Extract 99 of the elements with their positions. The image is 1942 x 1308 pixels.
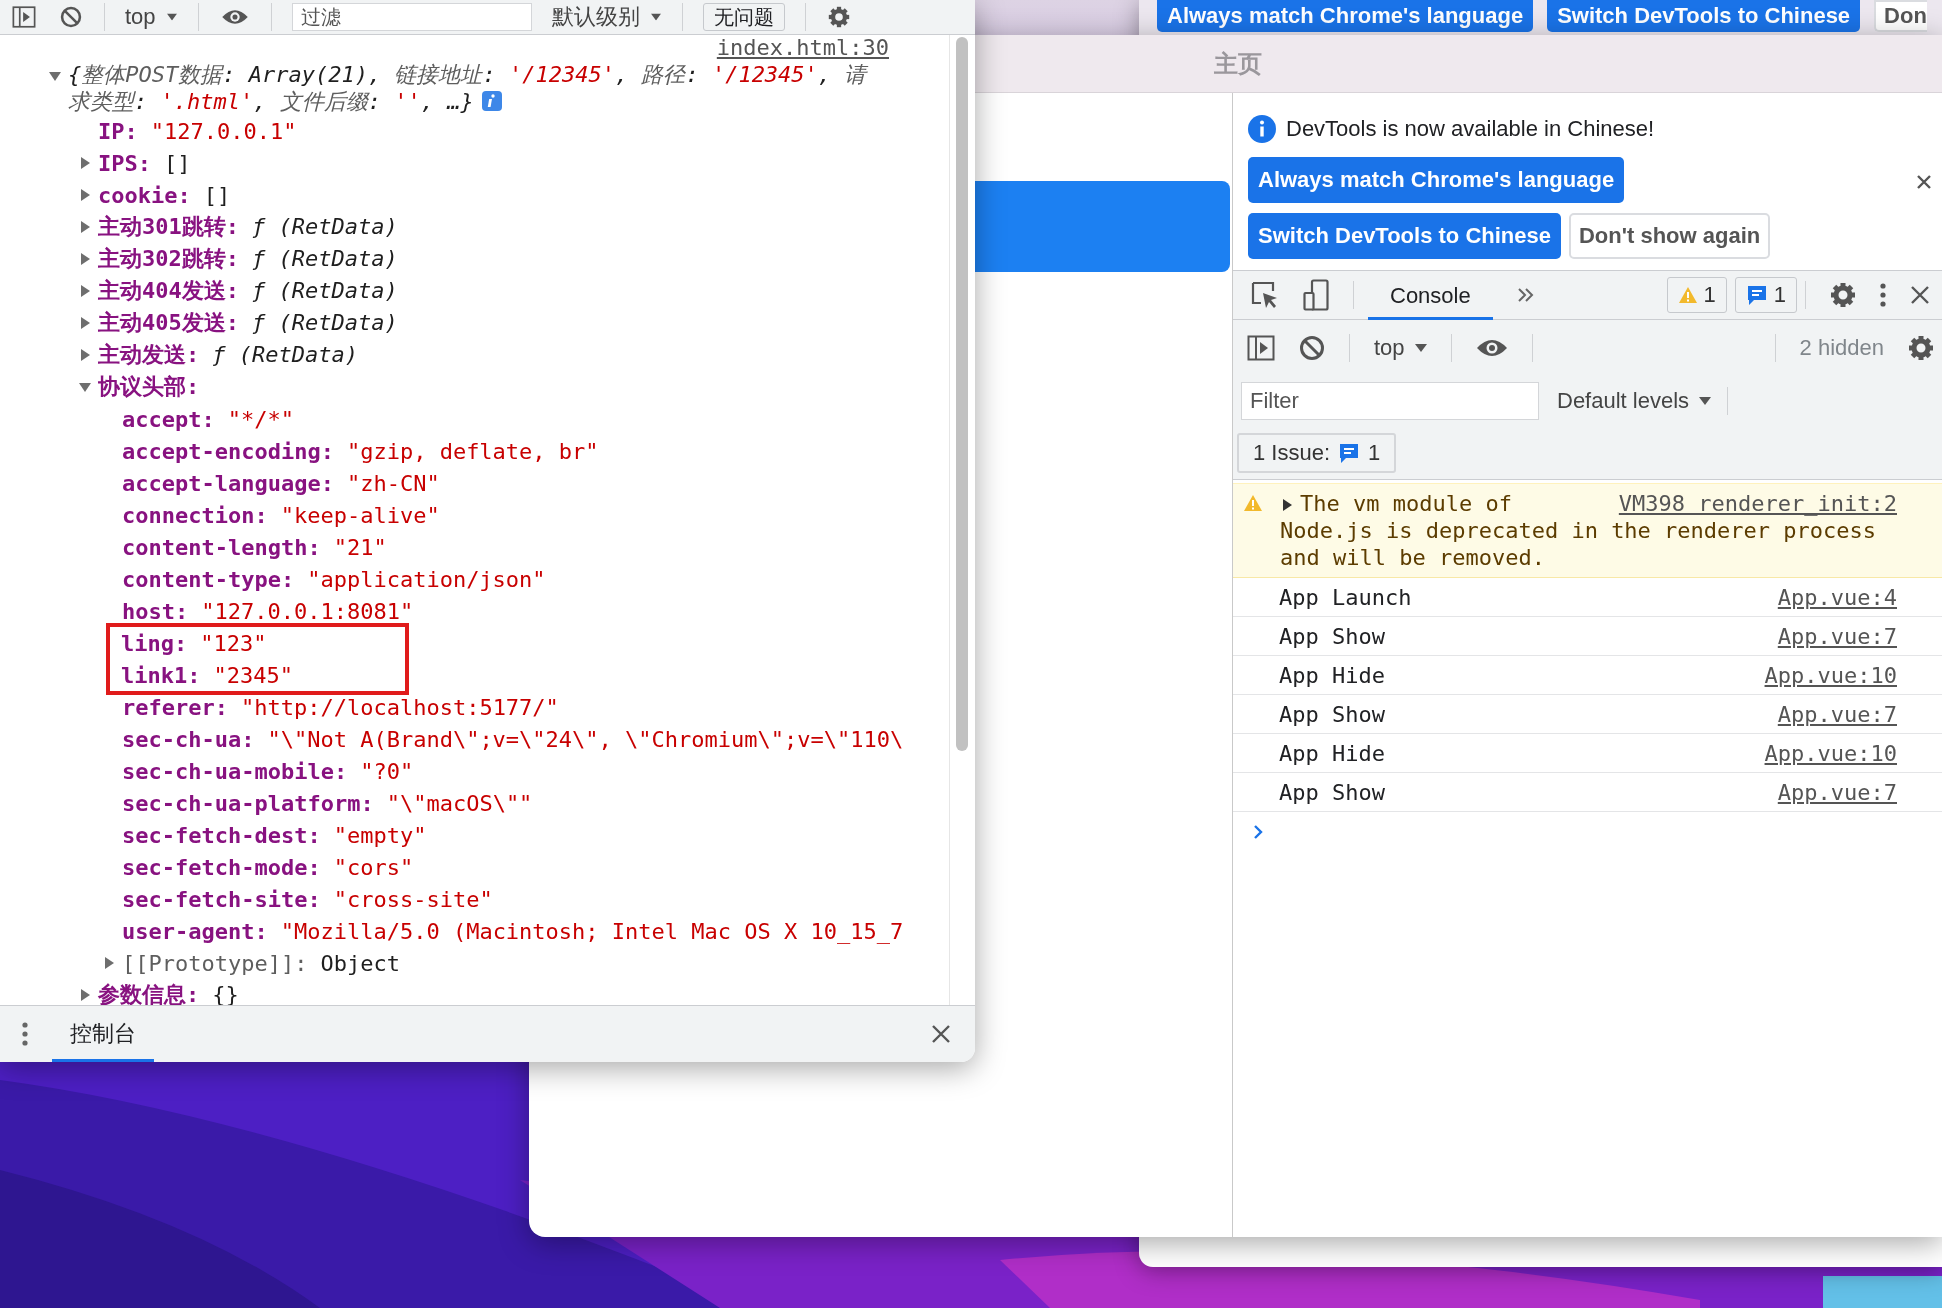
close-icon[interactable] — [1916, 173, 1932, 190]
dropdown-label: top — [125, 4, 156, 30]
levels-dropdown[interactable]: 默认级别 — [551, 2, 662, 32]
count-text: 1 — [1703, 282, 1716, 308]
hidden-count: 2 hidden — [1799, 334, 1884, 361]
prompt-chevron-icon[interactable] — [1253, 824, 1263, 840]
issues-label: 1 Issue: — [1253, 440, 1331, 466]
log-property: host: "127.0.0.1:8081" — [122, 598, 414, 624]
log-text: App Show — [1279, 623, 1386, 649]
log-property: sec-ch-ua: "\"Not A(Brand\";v=\"24\", \"Chromium\";v=\"110\ — [122, 726, 904, 752]
source-link[interactable]: App.vue:7 — [1777, 779, 1897, 805]
log-text: App Show — [1279, 779, 1386, 805]
count-text: 1 — [1773, 282, 1786, 308]
settings-icon[interactable] — [827, 5, 850, 29]
log-property: 主动发送: ƒ (RetData) — [98, 341, 358, 369]
log-text: App Show — [1279, 701, 1386, 727]
more-icon[interactable] — [1880, 283, 1886, 307]
log-property: [[Prototype]]: Object — [122, 950, 400, 976]
log-property: IPS: [] — [98, 150, 191, 176]
banner-button[interactable]: Always match Chrome's language — [1248, 156, 1625, 203]
log-property: 主动405发送: ƒ (RetData) — [98, 309, 398, 337]
close-icon[interactable] — [931, 1024, 951, 1044]
filter-field[interactable]: 过滤 — [291, 3, 532, 31]
caret-icon — [1699, 397, 1712, 405]
issues-button[interactable]: 1 Issue: 1 — [1237, 433, 1397, 473]
info-icon — [1248, 114, 1276, 143]
warning-icon — [1677, 286, 1698, 304]
inspect-icon[interactable] — [1251, 281, 1279, 309]
log-property: content-type: "application/json" — [122, 566, 546, 592]
device-icon[interactable] — [1303, 279, 1329, 311]
expand-arrow-icon[interactable] — [1280, 498, 1294, 512]
log-property: sec-fetch-dest: "empty" — [122, 822, 427, 848]
warning-icon — [1243, 494, 1263, 512]
source-link[interactable]: VM398 renderer_init:2 — [1618, 490, 1897, 517]
source-link[interactable]: index.html:30 — [716, 35, 889, 61]
log-property: sec-ch-ua-platform: "\"macOS\"" — [122, 790, 533, 816]
caret-icon — [166, 13, 177, 21]
source-link[interactable]: App.vue:10 — [1764, 662, 1897, 688]
source-link[interactable]: App.vue:7 — [1777, 623, 1897, 649]
log-property: content-length: "21" — [122, 534, 387, 560]
no-entry-icon[interactable] — [1299, 334, 1325, 361]
warning-count[interactable]: 1 — [1666, 277, 1727, 313]
log-property: connection: "keep-alive" — [122, 502, 440, 528]
eye-icon[interactable] — [221, 7, 249, 27]
log-property: referer: "http://localhost:5177/" — [122, 694, 559, 720]
banner-button[interactable]: Always match Chrome's language — [1157, 0, 1534, 32]
sidebar-icon[interactable] — [1247, 334, 1275, 361]
source-link[interactable]: App.vue:7 — [1777, 701, 1897, 727]
log-property: IP: "127.0.0.1" — [98, 118, 297, 144]
issues-button[interactable]: 无问题 — [702, 3, 785, 31]
object-preview: {整体POST数据: Array(21), 链接地址: '/12345', 路径: '/12345', 请求类型: '.html', 文件后缀: '', …} — [68, 61, 870, 115]
filter-field[interactable]: Filter — [1241, 382, 1539, 420]
double-chevron-icon[interactable] — [1516, 287, 1535, 303]
banner-button[interactable]: Switch DevTools to Chinese — [1547, 0, 1861, 32]
log-property: sec-ch-ua-mobile: "?0" — [122, 758, 414, 784]
drawer-tab[interactable]: 控制台 — [52, 1006, 154, 1062]
message-icon — [1338, 442, 1361, 464]
message-icon — [1745, 284, 1768, 306]
log-property: ling: "123" — [121, 630, 267, 656]
close-icon[interactable] — [1910, 285, 1930, 305]
source-link[interactable]: App.vue:4 — [1777, 584, 1897, 610]
log-property: 协议头部: — [98, 373, 200, 401]
log-property: accept-language: "zh-CN" — [122, 470, 440, 496]
context-dropdown[interactable]: top — [1374, 334, 1427, 361]
banner-button[interactable]: Switch DevTools to Chinese — [1248, 212, 1561, 259]
banner-button[interactable]: Don't show again — [1569, 212, 1771, 259]
log-property: link1: "2345" — [121, 662, 293, 688]
dropdown-label: top — [1374, 334, 1405, 361]
message-count[interactable]: 1 — [1734, 277, 1797, 313]
more-icon[interactable] — [22, 1022, 28, 1046]
log-property: 主动301跳转: ƒ (RetData) — [98, 213, 398, 241]
sidebar-icon[interactable] — [12, 5, 36, 29]
log-text: App Launch — [1279, 584, 1413, 610]
scrollbar-thumb[interactable] — [956, 37, 968, 751]
context-dropdown[interactable]: top — [125, 4, 178, 30]
window-title: 主页 — [1214, 48, 1262, 79]
log-property: 主动404发送: ƒ (RetData) — [98, 277, 398, 305]
info-icon[interactable] — [481, 91, 502, 111]
banner-message: DevTools is now available in Chinese! — [1286, 115, 1655, 142]
log-text: App Hide — [1279, 740, 1386, 766]
log-property: sec-fetch-site: "cross-site" — [122, 886, 493, 912]
log-property: accept-encoding: "gzip, deflate, br" — [122, 438, 599, 464]
source-link[interactable]: App.vue:10 — [1764, 740, 1897, 766]
no-entry-icon[interactable] — [59, 5, 83, 29]
log-property: 参数信息: {} — [98, 981, 239, 1005]
log-property: cookie: [] — [98, 182, 231, 208]
caret-icon — [1414, 343, 1427, 352]
banner-button[interactable]: Don — [1874, 0, 1927, 32]
log-property: accept: "*/*" — [122, 406, 294, 432]
issues-count: 1 — [1368, 440, 1381, 466]
caret-icon — [650, 13, 661, 21]
dropdown-label: 默认级别 — [551, 3, 640, 31]
settings-icon[interactable] — [1830, 282, 1856, 308]
log-property: 主动302跳转: ƒ (RetData) — [98, 245, 398, 273]
settings-icon[interactable] — [1908, 334, 1934, 361]
message-text: The vm module of Node.js is deprecated in the renderer process and will be removed. VM398 renderer_init:2 — [1280, 490, 1897, 571]
log-property: user-agent: "Mozilla/5.0 (Macintosh; Intel Mac OS X 10_15_7 — [122, 918, 904, 944]
log-property: sec-fetch-mode: "cors" — [122, 854, 414, 880]
log-text: App Hide — [1279, 662, 1386, 688]
